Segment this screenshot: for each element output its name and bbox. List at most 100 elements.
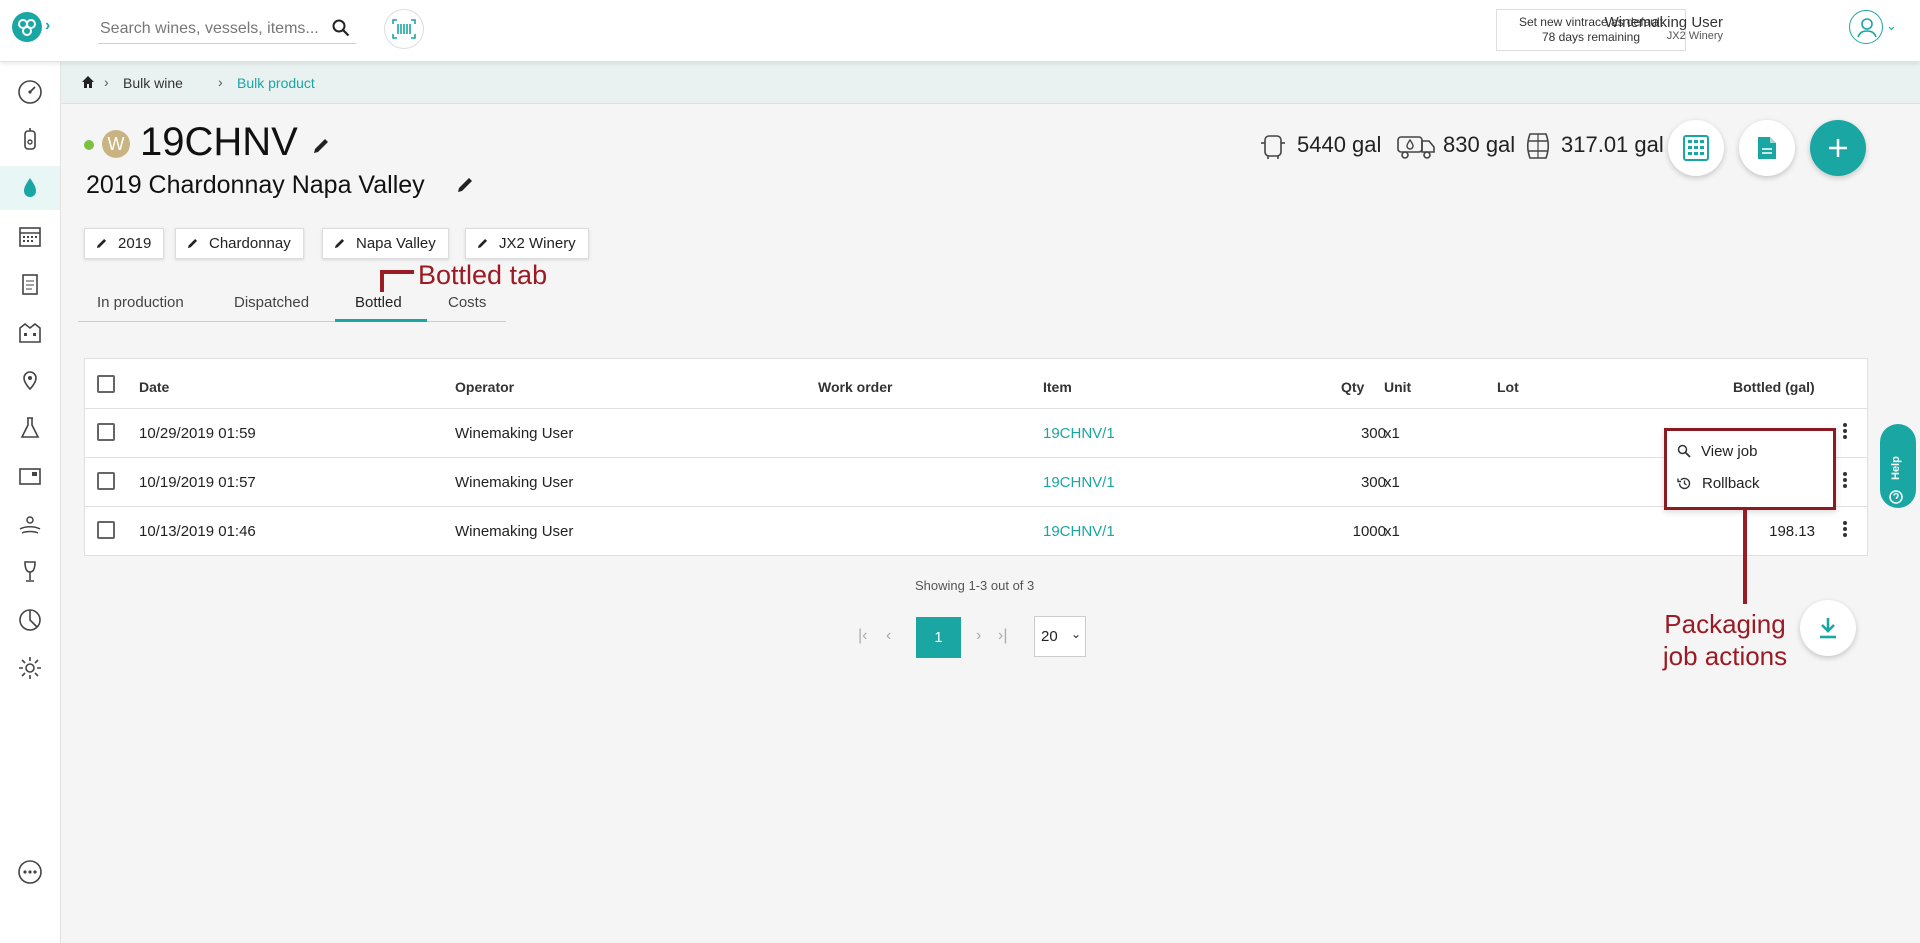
cell-item-link[interactable]: 19CHNV/1 [1043, 474, 1115, 491]
annotation-connector [1743, 510, 1747, 604]
sidebar-item-vessels[interactable] [0, 118, 60, 162]
row-checkbox[interactable] [97, 472, 115, 490]
breadcrumb-bulk-wine[interactable]: Bulk wine [123, 75, 183, 91]
chip-winery[interactable]: JX2 Winery [465, 228, 589, 259]
sidebar-item-calendar[interactable] [0, 214, 60, 258]
cell-date: 10/29/2019 01:59 [139, 425, 256, 442]
tank-icon [24, 128, 36, 150]
previous-page-icon[interactable]: ‹ [886, 627, 891, 645]
cell-item-link[interactable]: 19CHNV/1 [1043, 425, 1115, 442]
vessel-icon [1258, 131, 1288, 166]
app-logo-icon[interactable] [12, 12, 42, 42]
page-size-select[interactable]: 20 ⌄ [1034, 616, 1086, 657]
next-page-icon[interactable]: › [976, 627, 981, 645]
menu-item-rollback[interactable]: Rollback [1677, 471, 1760, 495]
sidebar-item-lab[interactable] [0, 406, 60, 450]
breadcrumb-separator-icon: › [104, 74, 109, 90]
row-actions-kebab-icon[interactable] [1843, 521, 1847, 537]
annotation-bottled-tab: Bottled tab [418, 260, 548, 290]
active-tab-indicator [335, 319, 427, 322]
bottled-volume: 317.01 gal [1561, 132, 1664, 157]
barcode-scan-button[interactable] [384, 9, 424, 49]
row-actions-menu: View job Rollback [1664, 428, 1836, 510]
chip-variety[interactable]: Chardonnay [175, 228, 304, 259]
search-icon[interactable] [332, 19, 350, 42]
cell-date: 10/19/2019 01:57 [139, 474, 256, 491]
annotation-packaging-line1: Packaging [1664, 609, 1786, 639]
download-icon [1820, 618, 1836, 639]
row-actions-kebab-icon[interactable] [1843, 472, 1847, 488]
tab-in-production[interactable]: In production [97, 294, 184, 311]
first-page-icon[interactable]: |‹ [858, 627, 867, 645]
row-checkbox[interactable] [97, 423, 115, 441]
chip-region[interactable]: Napa Valley [322, 228, 449, 259]
expand-menu-chevron-icon[interactable]: › [45, 17, 50, 35]
cell-qty: 1000 [1352, 523, 1386, 540]
annotation-packaging-line2: job actions [1662, 641, 1788, 671]
search-input[interactable]: Search wines, vessels, items... [100, 20, 319, 38]
menu-item-view-job[interactable]: View job [1677, 439, 1757, 463]
column-header-lot[interactable]: Lot [1497, 379, 1519, 395]
table-row[interactable]: 10/19/2019 01:57 Winemaking User 19CHNV/… [85, 457, 1867, 506]
user-avatar-icon[interactable] [1849, 10, 1883, 44]
sidebar-item-work-orders[interactable] [0, 262, 60, 306]
product-code: 19CHNV [140, 120, 298, 164]
sidebar-item-more[interactable] [0, 850, 60, 894]
column-header-work-order[interactable]: Work order [818, 379, 892, 395]
cell-qty: 300 [1360, 474, 1386, 491]
sidebar-item-settings[interactable] [0, 646, 60, 690]
sidebar-item-vineyard[interactable] [0, 502, 60, 546]
column-header-unit[interactable]: Unit [1384, 379, 1411, 395]
row-actions-kebab-icon[interactable] [1843, 423, 1847, 439]
download-button[interactable] [1800, 600, 1856, 656]
column-header-operator[interactable]: Operator [455, 379, 514, 395]
pencil-icon [187, 238, 198, 249]
column-header-qty[interactable]: Qty [1341, 379, 1364, 395]
edit-code-pencil-icon[interactable] [311, 136, 331, 161]
page-button-current[interactable]: 1 [916, 617, 961, 658]
help-label: Help [1890, 456, 1902, 480]
sidebar-item-bulk-wine[interactable] [0, 166, 60, 210]
product-description: 2019 Chardonnay Napa Valley [86, 171, 425, 199]
tab-dispatched[interactable]: Dispatched [234, 294, 309, 311]
cell-item-link[interactable]: 19CHNV/1 [1043, 523, 1115, 540]
tab-costs[interactable]: Costs [448, 294, 486, 311]
cell-unit: x1 [1384, 474, 1400, 491]
column-header-date[interactable]: Date [139, 379, 169, 395]
sidebar-item-wine[interactable] [0, 550, 60, 594]
barcode-icon [392, 19, 416, 39]
row-checkbox[interactable] [97, 521, 115, 539]
more-icon [18, 860, 42, 884]
sidebar-item-reports[interactable] [0, 598, 60, 642]
select-all-checkbox[interactable] [97, 375, 115, 393]
user-menu-chevron-icon[interactable]: ⌄ [1886, 18, 1897, 34]
edit-description-pencil-icon[interactable] [455, 175, 475, 200]
user-name[interactable]: Winemaking User [1605, 14, 1723, 31]
column-header-item[interactable]: Item [1043, 379, 1072, 395]
map-pin-icon [23, 371, 37, 391]
sidebar-item-sales[interactable] [0, 454, 60, 498]
days-remaining-label: 78 days remaining [1541, 30, 1641, 44]
add-button[interactable] [1810, 120, 1866, 176]
column-header-bottled[interactable]: Bottled (gal) [1733, 379, 1815, 395]
last-page-icon[interactable]: ›| [998, 627, 1007, 645]
global-search[interactable]: Search wines, vessels, items... [98, 14, 356, 44]
calculator-button[interactable] [1668, 120, 1724, 176]
gear-icon [19, 657, 41, 679]
bottled-table: Date Operator Work order Item Qty Unit L… [84, 358, 1868, 556]
chip-vintage[interactable]: 2019 [84, 228, 165, 259]
document-button[interactable] [1739, 120, 1795, 176]
register-icon [19, 468, 41, 485]
tab-bottled[interactable]: Bottled [355, 294, 402, 311]
pencil-icon [96, 238, 107, 249]
sidebar-item-locations[interactable] [0, 358, 60, 402]
truck-icon [1396, 131, 1436, 166]
chip-region-label: Napa Valley [356, 235, 436, 252]
home-icon[interactable] [81, 75, 95, 94]
table-row[interactable]: 10/29/2019 01:59 Winemaking User 19CHNV/… [85, 408, 1867, 457]
cell-unit: x1 [1384, 425, 1400, 442]
table-row[interactable]: 10/13/2019 01:46 Winemaking User 19CHNV/… [85, 506, 1867, 555]
sidebar-item-dashboard[interactable] [0, 70, 60, 114]
help-tab[interactable]: Help [1880, 424, 1916, 508]
sidebar-item-winery[interactable] [0, 310, 60, 354]
